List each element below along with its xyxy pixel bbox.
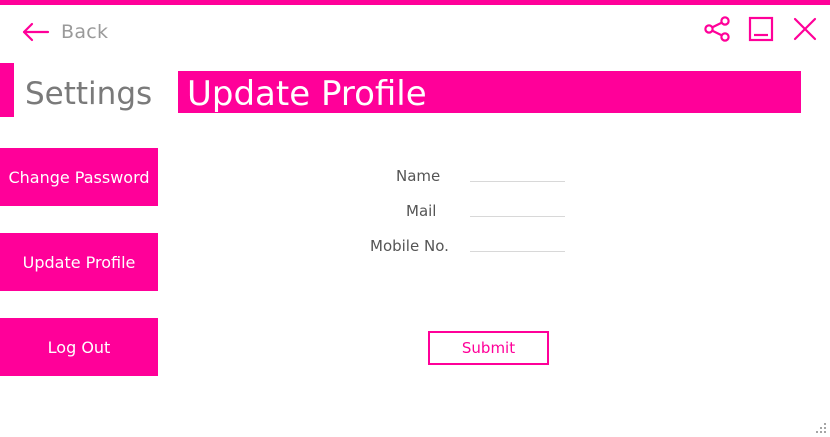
minimize-button[interactable] [746,14,776,44]
resize-grip-icon[interactable] [815,422,827,434]
arrow-left-icon [22,22,50,42]
minimize-icon [748,16,774,42]
name-field[interactable] [470,160,565,182]
share-button[interactable] [702,14,732,44]
window-controls [702,14,820,44]
page-title: Update Profile [178,71,801,113]
name-label: Name [396,167,441,185]
settings-title: Settings [25,76,153,112]
mobile-field[interactable] [470,230,565,252]
back-button[interactable]: Back [20,18,108,46]
back-label: Back [61,21,109,43]
log-out-button[interactable]: Log Out [0,318,158,376]
settings-marker [0,63,14,117]
mobile-label: Mobile No. [370,237,449,255]
close-icon [793,17,817,41]
share-icon [704,16,730,42]
close-button[interactable] [790,14,820,44]
mail-field[interactable] [470,195,565,217]
mail-label: Mail [406,202,437,220]
top-accent-bar [0,0,830,5]
submit-button[interactable]: Submit [428,331,549,365]
update-profile-button[interactable]: Update Profile [0,233,158,291]
change-password-button[interactable]: Change Password [0,148,158,206]
